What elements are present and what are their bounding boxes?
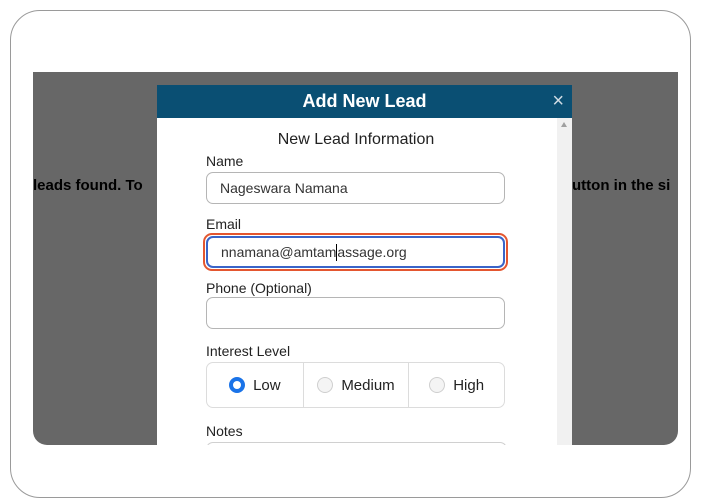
close-icon[interactable]: × — [552, 89, 564, 113]
radio-high-icon[interactable] — [429, 377, 446, 393]
interest-option-high-label: High — [453, 376, 485, 394]
modal-scrollbar[interactable] — [557, 118, 572, 445]
interest-option-low[interactable]: Low — [207, 363, 304, 407]
name-field[interactable]: Nageswara Namana — [206, 172, 505, 204]
notes-label: Notes — [206, 423, 243, 439]
scroll-up-arrow-icon[interactable] — [561, 122, 567, 127]
interest-option-high[interactable]: High — [409, 363, 504, 407]
modal-title: Add New Lead — [302, 91, 427, 111]
interest-level-radio-group: Low Medium High — [206, 362, 505, 408]
modal-header: Add New Lead × — [157, 85, 572, 118]
phone-field[interactable] — [206, 297, 505, 329]
empty-state-text-left: leads found. To — [33, 177, 143, 194]
interest-level-label: Interest Level — [206, 343, 291, 359]
email-field[interactable]: nnamana@amtam assage.org — [206, 236, 505, 268]
email-value-end: assage.org — [337, 244, 407, 260]
app-screen: leads found. To utton in the si Add New … — [33, 72, 678, 445]
email-label: Email — [206, 216, 242, 232]
phone-label: Phone (Optional) — [206, 280, 312, 296]
name-value: Nageswara Namana — [220, 180, 348, 196]
interest-option-low-label: Low — [253, 376, 281, 394]
notes-field[interactable] — [206, 442, 507, 445]
name-label: Name — [206, 153, 244, 169]
radio-medium-icon[interactable] — [317, 377, 334, 393]
empty-state-text-right: utton in the si — [572, 177, 671, 194]
interest-option-medium-label: Medium — [341, 376, 395, 394]
section-title: New Lead Information — [277, 131, 435, 148]
add-lead-modal: Add New Lead × New Lead Information Name… — [157, 85, 572, 445]
email-value-start: nnamana@amtam — [221, 244, 337, 260]
radio-low-icon[interactable] — [229, 377, 246, 393]
interest-option-medium[interactable]: Medium — [304, 363, 410, 407]
